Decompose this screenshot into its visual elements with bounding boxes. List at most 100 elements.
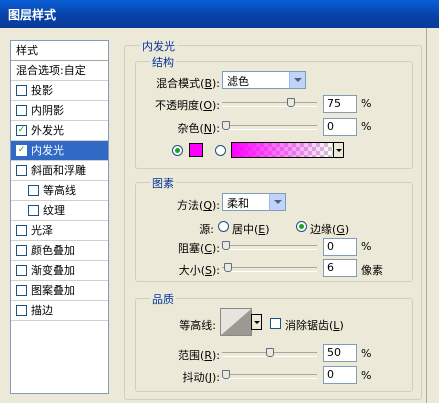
size-input[interactable]: 6: [323, 259, 357, 277]
range-label: 范围(R):: [178, 349, 220, 362]
blend-mode-value: 滤色: [227, 75, 249, 88]
choke-label: 阻塞(C):: [178, 242, 220, 255]
jitter-label: 抖动(J):: [182, 371, 220, 384]
contour-dropdown-icon[interactable]: [251, 314, 262, 330]
style-item[interactable]: 混合选项:自定: [11, 61, 108, 81]
glow-color-swatch[interactable]: [189, 143, 203, 157]
size-slider-track[interactable]: [222, 267, 317, 272]
style-item[interactable]: 描边: [11, 301, 108, 321]
glow-gradient-picker[interactable]: [231, 142, 334, 158]
choke-input[interactable]: 0: [323, 238, 357, 256]
choke-slider-track[interactable]: [222, 245, 317, 250]
style-item[interactable]: 内阴影: [11, 101, 108, 121]
checkbox[interactable]: [16, 245, 27, 256]
choke-slider-thumb[interactable]: [222, 241, 230, 250]
title-bar: 图层样式: [0, 0, 439, 28]
checkbox[interactable]: [16, 105, 27, 116]
choke-unit: %: [361, 240, 372, 253]
technique-value: 柔和: [227, 197, 249, 210]
jitter-slider-thumb[interactable]: [222, 370, 230, 379]
styles-header[interactable]: 样式: [11, 41, 108, 61]
style-item[interactable]: 图案叠加: [11, 281, 108, 301]
style-item-label: 内阴影: [31, 104, 64, 117]
size-label: 大小(S):: [178, 264, 220, 277]
noise-unit: %: [361, 120, 372, 133]
style-item[interactable]: 斜面和浮雕: [11, 161, 108, 181]
anti-alias-label[interactable]: 消除锯齿(L): [285, 317, 344, 333]
contour-preview[interactable]: [220, 308, 252, 336]
style-item-label: 纹理: [43, 204, 65, 217]
range-slider-thumb[interactable]: [266, 348, 274, 357]
checkbox[interactable]: [16, 225, 27, 236]
jitter-slider-track[interactable]: [222, 374, 317, 379]
range-unit: %: [361, 347, 372, 360]
checkbox[interactable]: [16, 305, 27, 316]
opacity-slider-track[interactable]: [222, 102, 317, 107]
noise-slider-track[interactable]: [222, 125, 317, 130]
solid-color-radio[interactable]: [172, 145, 183, 156]
noise-slider-thumb[interactable]: [222, 121, 230, 130]
style-item[interactable]: 光泽: [11, 221, 108, 241]
technique-label: 方法(Q):: [177, 199, 220, 212]
style-item-label: 内发光: [31, 144, 64, 157]
source-edge-label[interactable]: 边缘(G): [310, 221, 349, 237]
structure-title: 结构: [150, 54, 176, 70]
range-input[interactable]: 50: [323, 344, 357, 362]
contour-curve-icon: [221, 309, 251, 335]
style-item-label: 渐变叠加: [31, 264, 75, 277]
style-item[interactable]: 渐变叠加: [11, 261, 108, 281]
blend-mode-select[interactable]: 滤色: [222, 71, 306, 89]
blend-mode-label: 混合模式(B):: [156, 77, 220, 90]
source-label: 源:: [199, 223, 214, 236]
style-item-label: 颜色叠加: [31, 244, 75, 257]
chevron-down-icon: [289, 72, 305, 88]
window-title: 图层样式: [8, 8, 57, 22]
size-slider-thumb[interactable]: [224, 263, 232, 272]
source-edge-radio[interactable]: [296, 221, 307, 232]
style-item[interactable]: ✓ 外发光: [11, 121, 108, 141]
contour-label: 等高线:: [179, 319, 216, 332]
style-item[interactable]: 颜色叠加: [11, 241, 108, 261]
checkbox[interactable]: [28, 185, 39, 196]
style-item[interactable]: 等高线: [11, 181, 108, 201]
size-unit: 像素: [361, 264, 383, 277]
checkbox[interactable]: [16, 285, 27, 296]
checkbox[interactable]: [16, 165, 27, 176]
noise-input[interactable]: 0: [323, 118, 357, 136]
noise-label: 杂色(N):: [177, 122, 220, 135]
checkbox[interactable]: [28, 205, 39, 216]
opacity-label: 不透明度(O):: [155, 99, 220, 112]
checked-checkbox[interactable]: ✓: [16, 125, 27, 136]
gradient-dropdown-icon[interactable]: [333, 142, 344, 158]
source-center-radio[interactable]: [218, 221, 229, 232]
styles-list: 样式 混合选项:自定投影内阴影 ✓ 外发光 ✓ 内发光斜面和浮雕等高线纹理光泽颜色叠加渐…: [10, 40, 109, 394]
style-item-label: 投影: [31, 84, 53, 97]
source-center-label[interactable]: 居中(E): [232, 221, 270, 237]
opacity-slider-thumb[interactable]: [287, 98, 295, 107]
jitter-input[interactable]: 0: [323, 366, 357, 384]
anti-alias-checkbox[interactable]: [270, 318, 281, 329]
inner-glow-title: 内发光: [140, 38, 177, 54]
checked-checkbox[interactable]: ✓: [16, 145, 27, 156]
style-item[interactable]: ✓ 内发光: [11, 141, 108, 161]
chevron-down-icon: [269, 194, 285, 210]
gradient-radio[interactable]: [215, 145, 226, 156]
style-item-label: 描边: [31, 304, 53, 317]
technique-select[interactable]: 柔和: [222, 193, 286, 211]
style-item-label: 图案叠加: [31, 284, 75, 297]
style-item-label: 等高线: [43, 184, 76, 197]
quality-title: 品质: [150, 291, 176, 307]
checkbox[interactable]: [16, 265, 27, 276]
window-right-edge: [426, 28, 439, 403]
style-item-label: 外发光: [31, 124, 64, 137]
style-item-label: 光泽: [31, 224, 53, 237]
style-item-label: 混合选项:自定: [16, 64, 86, 77]
elements-title: 图素: [150, 175, 176, 191]
style-item[interactable]: 纹理: [11, 201, 108, 221]
style-item-label: 斜面和浮雕: [31, 164, 86, 177]
style-item[interactable]: 投影: [11, 81, 108, 101]
jitter-unit: %: [361, 369, 372, 382]
opacity-input[interactable]: 75: [323, 95, 357, 113]
checkbox[interactable]: [16, 85, 27, 96]
opacity-unit: %: [361, 97, 372, 110]
